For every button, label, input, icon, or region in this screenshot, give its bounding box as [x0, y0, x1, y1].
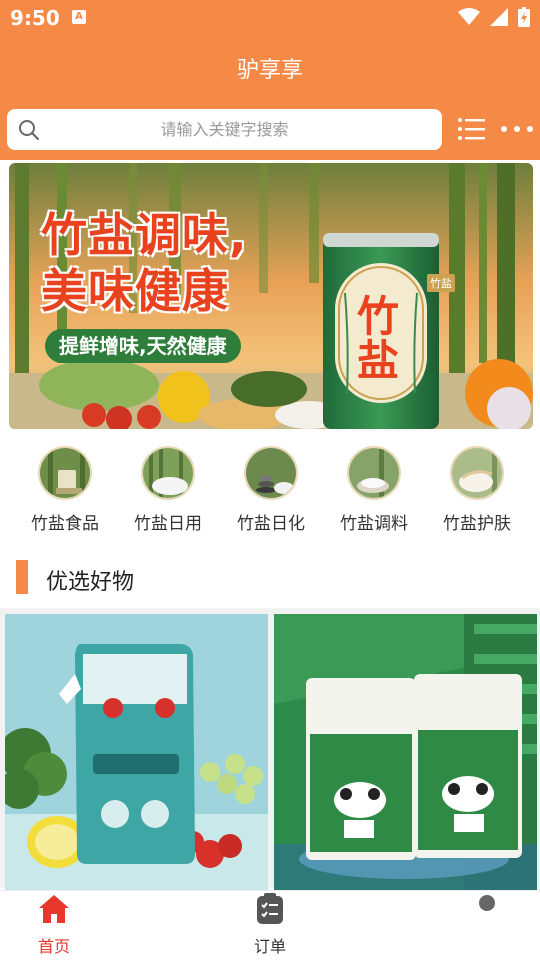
product-image — [274, 614, 537, 894]
bamboo-salt-skincare-icon — [450, 446, 504, 500]
promo-banner[interactable]: 竹盐调味, 美味健康 提鲜增味,天然健康 竹盐 竹盐 — [9, 163, 533, 429]
nav-home[interactable]: 首页 — [4, 893, 104, 957]
search-bar[interactable]: 请输入关键字搜索 — [7, 109, 442, 150]
nav-profile[interactable] — [437, 893, 537, 933]
category-label: 竹盐日用 — [134, 514, 202, 534]
bamboo-salt-food-icon — [38, 446, 92, 500]
notification-icon: A — [72, 10, 86, 24]
category-chemical[interactable]: 竹盐日化 — [221, 446, 321, 534]
can-badge: 竹盐 — [427, 274, 455, 292]
app-title: 驴享享 — [236, 58, 303, 83]
banner-tagline: 提鲜增味,天然健康 — [45, 329, 241, 363]
featured-section-header: 优选好物 — [0, 558, 540, 598]
nav-orders[interactable]: 订单 — [220, 893, 320, 957]
screen: 9:50 A 驴享享 请输入关键字搜索 竹盐调味, 美味健康 提鲜增味,天然健康… — [0, 0, 540, 960]
section-title: 优选好物 — [46, 570, 135, 595]
product-card[interactable] — [274, 614, 537, 894]
category-daily[interactable]: 竹盐日用 — [118, 446, 218, 534]
category-row: 竹盐食品 竹盐日用 竹盐日化 竹盐调料 竹盐护肤 — [0, 446, 540, 536]
home-icon — [39, 895, 69, 923]
category-skincare[interactable]: 竹盐护肤 — [427, 446, 527, 534]
bamboo-salt-daily-icon — [141, 446, 195, 500]
category-label: 竹盐食品 — [31, 514, 99, 534]
nav-home-label: 首页 — [37, 937, 70, 956]
section-accent-bar — [16, 560, 28, 594]
status-bar: 9:50 A — [0, 0, 540, 36]
bamboo-salt-chemical-icon — [244, 446, 298, 500]
profile-icon — [479, 895, 495, 911]
bamboo-salt-seasoning-icon — [347, 446, 401, 500]
category-seasoning[interactable]: 竹盐调料 — [324, 446, 424, 534]
list-icon[interactable] — [457, 116, 485, 142]
battery-icon — [518, 7, 530, 27]
category-label: 竹盐日化 — [237, 514, 305, 534]
product-card[interactable] — [5, 614, 268, 894]
bottom-navigation: 首页 订单 — [0, 890, 540, 960]
signal-icon — [490, 8, 508, 26]
order-icon — [257, 893, 283, 924]
category-label: 竹盐护肤 — [443, 514, 511, 534]
wifi-icon — [458, 8, 480, 25]
system-icons — [458, 7, 530, 27]
category-food[interactable]: 竹盐食品 — [15, 446, 115, 534]
banner-headline-2: 美味健康 — [41, 264, 229, 318]
more-icon[interactable] — [500, 124, 534, 134]
can-logo-text: 竹盐 — [357, 292, 400, 385]
category-label: 竹盐调料 — [340, 514, 408, 534]
status-time: 9:50 — [10, 6, 60, 30]
search-placeholder: 请输入关键字搜索 — [160, 120, 289, 139]
header: 9:50 A 驴享享 请输入关键字搜索 — [0, 0, 540, 160]
nav-orders-label: 订单 — [253, 937, 286, 956]
product-image — [5, 614, 268, 894]
